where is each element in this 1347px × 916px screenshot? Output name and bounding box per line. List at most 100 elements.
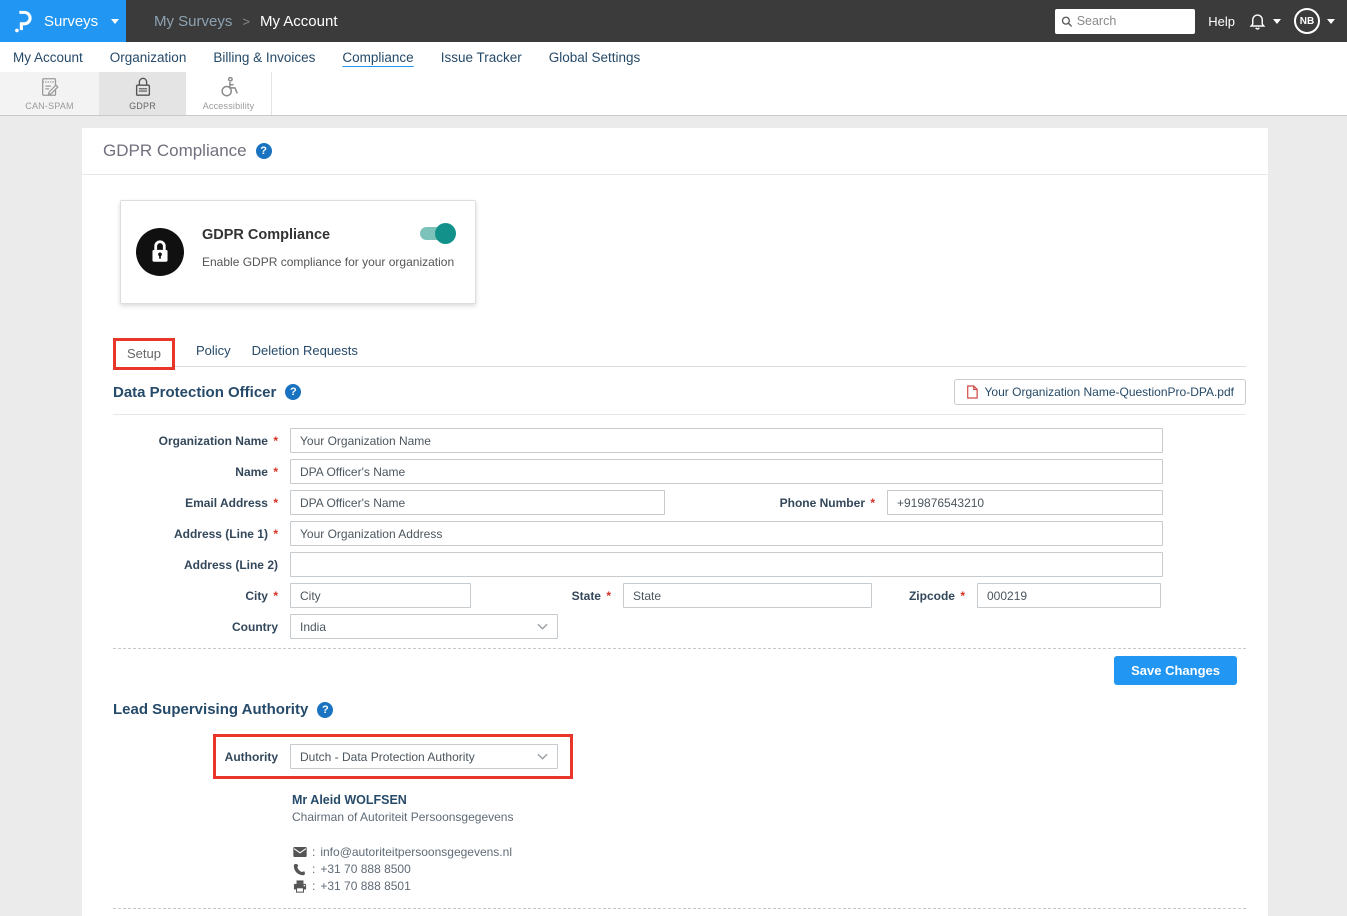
authority-label: Authority (216, 750, 290, 764)
authority-contact-title: Chairman of Autoriteit Persoonsgegevens (292, 810, 1246, 824)
address-line1-field[interactable] (290, 521, 1163, 546)
contact-fax-row: : +31 70 888 8501 (292, 879, 1246, 893)
chevron-down-icon (537, 623, 548, 630)
tab-policy[interactable]: Policy (196, 343, 231, 358)
bell-icon (1248, 11, 1267, 31)
help-circle-icon[interactable] (285, 384, 301, 400)
nav-item-issue-tracker[interactable]: Issue Tracker (441, 50, 522, 65)
lsa-heading: Lead Supervising Authority (113, 701, 308, 718)
zipcode-field[interactable] (977, 583, 1161, 608)
account-menu[interactable]: NB (1294, 8, 1335, 34)
form-row: Address (Line 2) (113, 552, 1246, 577)
help-link[interactable]: Help (1208, 14, 1235, 29)
app-menu-label: Surveys (44, 13, 98, 30)
nav-item-billing-invoices[interactable]: Billing & Invoices (213, 50, 315, 65)
search-input[interactable] (1077, 14, 1190, 28)
authority-contact-name: Mr Aleid WOLFSEN (292, 793, 1246, 807)
country-select[interactable]: India (290, 614, 558, 639)
nav-item-my-account[interactable]: My Account (13, 50, 83, 65)
email-address-label: Email Address * (113, 496, 290, 510)
dpo-heading: Data Protection Officer (113, 384, 276, 401)
authority-contact-card: Mr Aleid WOLFSEN Chairman of Autoriteit … (292, 793, 1246, 893)
state-label: State * (471, 589, 623, 603)
country-value: India (300, 620, 326, 634)
organization-name-label: Organization Name * (113, 434, 290, 448)
organization-name-field[interactable] (290, 428, 1163, 453)
page-title: GDPR Compliance (103, 141, 247, 161)
tab-setup-highlight[interactable]: Setup (113, 338, 175, 370)
gdpr-enable-toggle[interactable] (420, 227, 453, 240)
breadcrumb: My Surveys > My Account (154, 13, 338, 30)
tab-accessibility[interactable]: Accessibility (186, 72, 272, 115)
tab-setup[interactable]: Setup (127, 346, 161, 361)
panel-content: GDPR Compliance Enable GDPR compliance f… (82, 200, 1268, 916)
email-field[interactable] (290, 490, 665, 515)
nav-item-global-settings[interactable]: Global Settings (549, 50, 641, 65)
tab-deletion-requests[interactable]: Deletion Requests (252, 343, 358, 358)
gdpr-tabs: Setup Policy Deletion Requests (113, 338, 1246, 367)
country-label: Country (113, 620, 290, 634)
gdpr-toggle-card: GDPR Compliance Enable GDPR compliance f… (120, 200, 476, 304)
authority-highlight: Authority Dutch - Data Protection Author… (213, 734, 573, 779)
contact-colon: : (312, 862, 315, 876)
tab-can-spam[interactable]: CAN-SPAM (0, 72, 100, 115)
breadcrumb-current: My Account (260, 13, 338, 30)
contact-colon: : (312, 879, 315, 893)
contact-phone-row: : +31 70 888 8500 (292, 862, 1246, 876)
nav-item-compliance[interactable]: Compliance (342, 50, 413, 65)
search-box[interactable] (1055, 9, 1195, 34)
avatar[interactable]: NB (1294, 8, 1320, 34)
breadcrumb-separator: > (242, 14, 250, 29)
form-row: Organization Name * (113, 428, 1246, 453)
lock-badge (136, 228, 184, 276)
chevron-down-icon (111, 19, 119, 24)
phone-number-label: Phone Number * (665, 496, 887, 510)
help-circle-icon[interactable] (317, 702, 333, 718)
name-field[interactable] (290, 459, 1163, 484)
icon-tab-label: CAN-SPAM (25, 101, 73, 111)
contact-email-row: : info@autoriteitpersoonsgegevens.nl (292, 845, 1246, 859)
chevron-down-icon (1273, 19, 1281, 24)
document-pencil-icon (39, 76, 61, 98)
city-label: City * (113, 589, 290, 603)
phone-field[interactable] (887, 490, 1163, 515)
top-bar: Surveys My Surveys > My Account Help NB (0, 0, 1347, 42)
zipcode-label: Zipcode * (872, 589, 977, 603)
account-nav: My Account Organization Billing & Invoic… (0, 42, 1347, 72)
card-title: GDPR Compliance (202, 227, 330, 243)
phone-icon (292, 863, 307, 876)
envelope-icon (292, 847, 307, 857)
nav-item-organization[interactable]: Organization (110, 50, 187, 65)
tab-gdpr[interactable]: GDPR (100, 72, 186, 115)
form-row: Address (Line 1) * (113, 521, 1246, 546)
contact-fax-value: +31 70 888 8501 (320, 879, 410, 893)
dpa-pdf-button[interactable]: Your Organization Name-QuestionPro-DPA.p… (954, 379, 1246, 405)
authority-value: Dutch - Data Protection Authority (300, 750, 475, 764)
state-field[interactable] (623, 583, 872, 608)
app-switcher[interactable]: Surveys (0, 0, 126, 42)
dpo-save-row: Save Changes (113, 649, 1246, 685)
wheelchair-icon (218, 76, 240, 98)
toggle-knob (435, 223, 456, 244)
authority-contact-rows: : info@autoriteitpersoonsgegevens.nl : +… (292, 845, 1246, 893)
dpo-save-button[interactable]: Save Changes (1114, 656, 1237, 685)
search-icon (1061, 15, 1072, 28)
form-row: Country India (113, 614, 1246, 639)
topbar-right: Help NB (1055, 8, 1347, 34)
notifications-button[interactable] (1248, 11, 1281, 31)
breadcrumb-parent[interactable]: My Surveys (154, 13, 232, 30)
pdf-button-label: Your Organization Name-QuestionPro-DPA.p… (985, 385, 1234, 399)
city-field[interactable] (290, 583, 471, 608)
gdpr-compliance-panel: GDPR Compliance GDPR Compliance Enable G… (82, 128, 1268, 916)
lsa-section-head: Lead Supervising Authority (113, 701, 1246, 718)
address-line2-field[interactable] (290, 552, 1163, 577)
card-subtitle: Enable GDPR compliance for your organiza… (202, 255, 454, 269)
help-circle-icon[interactable] (256, 143, 272, 159)
icon-tab-label: GDPR (129, 101, 156, 111)
lock-icon (147, 238, 173, 266)
pdf-file-icon (966, 385, 978, 399)
chevron-down-icon (537, 753, 548, 760)
lsa-save-row: Save Changes (113, 909, 1246, 916)
fax-icon (292, 880, 307, 893)
authority-select[interactable]: Dutch - Data Protection Authority (290, 744, 558, 769)
